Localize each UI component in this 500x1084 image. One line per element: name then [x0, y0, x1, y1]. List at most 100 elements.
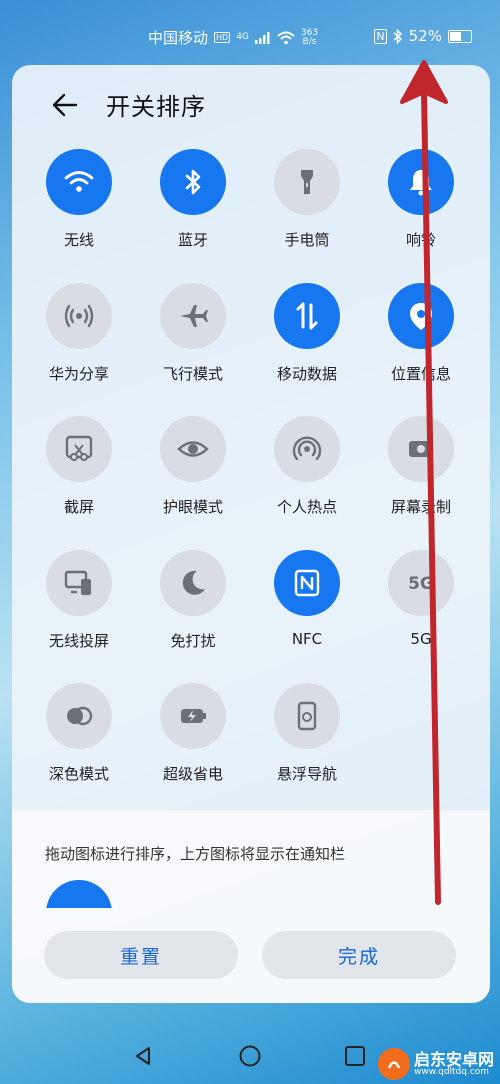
nav-back-icon[interactable] — [132, 1045, 154, 1067]
tile-huawei-share[interactable]: 华为分享 — [29, 283, 129, 384]
switch-order-panel: 开关排序 无线 蓝牙 手电筒 响铃华为分享 飞行模式 移动数据 位置信息截屏 护眼模式 个人热点… — [12, 65, 490, 1003]
tile-button[interactable] — [160, 683, 226, 749]
wireless-projection-icon — [64, 570, 91, 595]
tile-button[interactable] — [46, 416, 112, 482]
tile-button[interactable] — [274, 550, 340, 616]
tile-5g[interactable]: 5G 5G — [371, 550, 471, 648]
dark-mode-icon — [67, 706, 93, 726]
tile-button[interactable] — [46, 149, 112, 215]
nfc-status-icon: N — [374, 28, 387, 44]
tile-flashlight[interactable]: 手电筒 — [257, 149, 357, 250]
nav-home-icon[interactable] — [238, 1044, 262, 1068]
done-button[interactable]: 完成 — [262, 931, 456, 979]
5g-icon: 5G — [408, 574, 434, 594]
tile-label: 悬浮导航 — [276, 765, 337, 783]
tile-label: 免打扰 — [170, 632, 216, 650]
tile-button[interactable] — [388, 416, 454, 482]
reset-button[interactable]: 重置 — [44, 931, 238, 979]
tile-button[interactable] — [274, 416, 340, 482]
tile-bluetooth[interactable]: 蓝牙 — [143, 149, 243, 250]
carrier-name: 中国移动 — [148, 29, 209, 47]
hd-badge: HD — [214, 32, 231, 43]
tile-label: 屏幕录制 — [390, 498, 451, 516]
tile-button[interactable] — [46, 550, 112, 616]
tile-screen-record[interactable]: 屏幕录制 — [371, 416, 471, 517]
tile-eye[interactable]: 护眼模式 — [143, 416, 243, 517]
signal-icon — [254, 31, 270, 44]
network-type: 4G — [236, 32, 249, 42]
tile-button[interactable] — [388, 283, 454, 349]
tile-label: 飞行模式 — [162, 365, 223, 383]
tile-nfc[interactable]: NFC — [257, 550, 357, 648]
tile-button[interactable] — [46, 283, 112, 349]
huawei-share-icon — [64, 304, 94, 328]
status-bar-left: 中国移动 HD 4G 363 B/s — [148, 27, 318, 48]
tile-moon[interactable]: 免打扰 — [143, 550, 243, 651]
back-arrow-icon[interactable] — [50, 90, 80, 120]
tile-label: 手电筒 — [284, 231, 330, 249]
bluetooth-status-icon — [393, 28, 402, 44]
tile-button[interactable] — [160, 149, 226, 215]
tile-label: NFC — [291, 630, 323, 648]
tile-button[interactable] — [160, 550, 226, 616]
status-bar-right: N 52% — [374, 27, 472, 45]
nav-recent-icon[interactable] — [344, 1045, 366, 1067]
tile-floating-nav[interactable]: 悬浮导航 — [257, 683, 357, 784]
tile-wifi[interactable]: 无线 — [29, 149, 129, 250]
tile-label: 蓝牙 — [177, 231, 208, 249]
dragged-tile-preview[interactable] — [46, 880, 112, 908]
tile-dark-mode[interactable]: 深色模式 — [29, 683, 129, 784]
tile-label: 深色模式 — [48, 765, 109, 783]
svg-text:5G: 5G — [408, 574, 434, 594]
page-title: 开关排序 — [106, 93, 206, 121]
eye-icon — [177, 441, 209, 457]
tile-label: 位置信息 — [390, 365, 451, 383]
tile-button[interactable] — [46, 683, 112, 749]
tile-label: 无线 — [63, 231, 94, 249]
tile-label: 无线投屏 — [48, 632, 109, 650]
bluetooth-icon — [185, 169, 201, 195]
tile-button[interactable] — [160, 416, 226, 482]
sort-hint-text: 拖动图标进行排序，上方图标将显示在通知栏 — [45, 845, 346, 863]
tile-airplane[interactable]: 飞行模式 — [143, 283, 243, 384]
tile-battery-saver[interactable]: 超级省电 — [143, 683, 243, 784]
tile-location[interactable]: 位置信息 — [371, 283, 471, 384]
mobile-data-icon — [296, 302, 318, 330]
airplane-icon — [180, 305, 208, 327]
battery-saver-icon — [181, 709, 206, 723]
tile-button[interactable] — [160, 283, 226, 349]
tile-label: 华为分享 — [48, 365, 109, 383]
bell-icon — [410, 170, 432, 196]
tile-label: 响铃 — [405, 231, 436, 249]
tile-mobile-data[interactable]: 移动数据 — [257, 283, 357, 384]
wifi-status-icon — [277, 31, 295, 44]
screenshot-icon — [65, 435, 93, 461]
status-bar: 中国移动 HD 4G 363 B/s N 52% — [0, 0, 500, 60]
battery-icon — [448, 29, 472, 43]
hotspot-icon — [292, 436, 322, 461]
tile-wireless-projection[interactable]: 无线投屏 — [29, 550, 129, 651]
nfc-icon — [294, 569, 320, 597]
tile-button[interactable] — [274, 149, 340, 215]
tile-button[interactable] — [274, 283, 340, 349]
tile-bell[interactable]: 响铃 — [371, 149, 471, 250]
tile-label: 个人热点 — [276, 498, 337, 516]
tile-screenshot[interactable]: 截屏 — [29, 416, 129, 517]
screen-record-icon — [409, 441, 433, 457]
flashlight-icon — [301, 170, 313, 194]
speed-unit: B/s — [302, 36, 317, 47]
tile-label: 5G — [410, 630, 432, 648]
floating-nav-icon — [297, 701, 317, 731]
tile-label: 截屏 — [63, 498, 94, 516]
network-speed: 363 B/s — [301, 28, 318, 47]
tile-button[interactable] — [388, 149, 454, 215]
header: 开关排序 — [50, 87, 206, 122]
wifi-icon — [64, 171, 94, 192]
tile-label: 护眼模式 — [162, 498, 223, 516]
moon-icon — [182, 570, 205, 595]
watermark-logo-icon — [377, 1048, 410, 1080]
location-icon — [410, 303, 432, 330]
tile-button[interactable] — [274, 683, 340, 749]
tile-button[interactable]: 5G — [388, 550, 454, 616]
tile-hotspot[interactable]: 个人热点 — [257, 416, 357, 517]
